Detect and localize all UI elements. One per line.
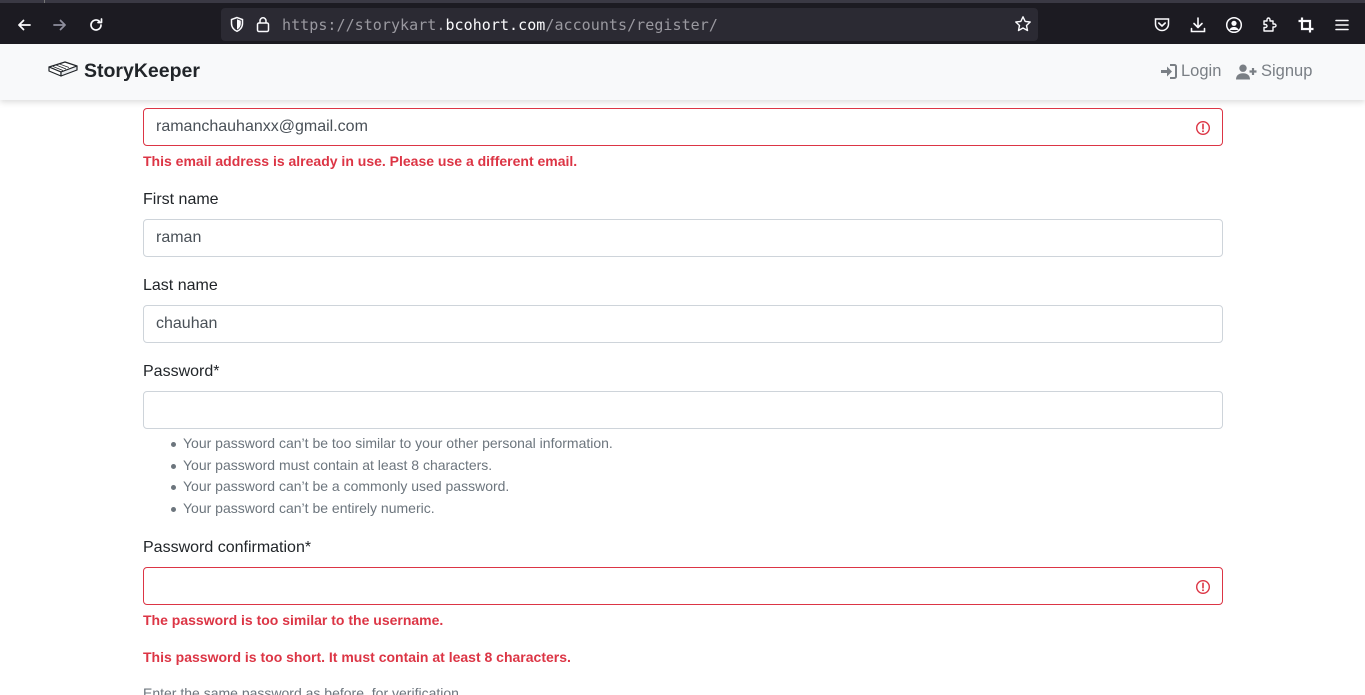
shield-icon[interactable] — [229, 16, 245, 33]
url-path: /accounts/register/ — [545, 16, 718, 34]
last-name-label: Last name — [143, 277, 218, 294]
account-button[interactable] — [1224, 15, 1244, 35]
arrow-left-icon — [18, 19, 31, 31]
tab-divider — [44, 0, 45, 3]
download-icon — [1190, 17, 1206, 33]
password-help-item: Your password can’t be a commonly used p… — [171, 478, 613, 500]
first-name-value: raman — [156, 229, 202, 246]
crop-icon — [1298, 17, 1314, 33]
login-link[interactable]: Login — [1160, 62, 1221, 81]
last-name-value: chauhan — [156, 315, 218, 332]
user-plus-icon — [1236, 64, 1257, 79]
password-confirm-field[interactable] — [143, 567, 1223, 605]
password-help-list: Your password can’t be too similar to yo… — [171, 435, 613, 522]
pocket-icon — [1154, 18, 1170, 32]
first-name-field[interactable]: raman — [143, 219, 1223, 257]
address-bar[interactable]: https://storykart.bcohort.com/accounts/r… — [221, 8, 1038, 41]
puzzle-icon — [1263, 17, 1277, 32]
bookmark-star-icon[interactable] — [1014, 15, 1032, 33]
extensions-button[interactable] — [1260, 15, 1280, 35]
signup-label: Signup — [1261, 62, 1313, 80]
email-field[interactable]: ramanchauhanxx@gmail.com — [143, 108, 1223, 146]
back-button[interactable] — [11, 12, 37, 38]
error-icon — [1195, 120, 1211, 136]
reload-icon — [90, 18, 103, 31]
password-confirm-error: This password is too short. It must cont… — [143, 649, 571, 665]
last-name-field[interactable]: chauhan — [143, 305, 1223, 343]
email-error: This email address is already in use. Pl… — [143, 153, 578, 169]
lock-icon[interactable] — [256, 16, 270, 33]
forward-button[interactable] — [47, 12, 73, 38]
login-label: Login — [1181, 62, 1222, 80]
screenshot-button[interactable] — [1296, 15, 1316, 35]
pocket-button[interactable] — [1152, 15, 1172, 35]
url-text[interactable]: https://storykart.bcohort.com/accounts/r… — [282, 16, 718, 34]
hamburger-icon — [1335, 19, 1349, 31]
arrow-right-icon — [53, 19, 66, 31]
site-navbar: StoryKeeper Login Signup — [0, 44, 1365, 100]
email-value: ramanchauhanxx@gmail.com — [156, 118, 368, 135]
password-label: Password* — [143, 363, 220, 380]
password-confirm-label: Password confirmation* — [143, 539, 312, 556]
signup-link[interactable]: Signup — [1236, 62, 1312, 81]
url-domain: bcohort.com — [445, 16, 546, 34]
error-icon — [1195, 579, 1211, 595]
password-confirm-error: The password is too similar to the usern… — [143, 612, 444, 628]
first-name-label: First name — [143, 191, 219, 208]
password-help-item: Your password must contain at least 8 ch… — [171, 457, 613, 479]
sign-in-icon — [1161, 64, 1177, 79]
book-icon — [48, 61, 78, 77]
brand-link[interactable]: StoryKeeper — [47, 59, 200, 83]
url-prefix: https://storykart. — [282, 16, 446, 34]
password-help-item: Your password can’t be too similar to yo… — [171, 435, 613, 457]
registration-form: ramanchauhanxx@gmail.com This email addr… — [0, 100, 1365, 695]
reload-button[interactable] — [83, 12, 109, 38]
account-icon — [1225, 16, 1243, 34]
brand-name: StoryKeeper — [84, 59, 200, 82]
browser-toolbar: https://storykart.bcohort.com/accounts/r… — [0, 0, 1365, 44]
password-field[interactable] — [143, 391, 1223, 429]
password-confirm-help: Enter the same password as before, for v… — [143, 685, 463, 695]
password-help-item: Your password can’t be entirely numeric. — [171, 500, 613, 522]
downloads-button[interactable] — [1188, 15, 1208, 35]
menu-button[interactable] — [1332, 15, 1352, 35]
